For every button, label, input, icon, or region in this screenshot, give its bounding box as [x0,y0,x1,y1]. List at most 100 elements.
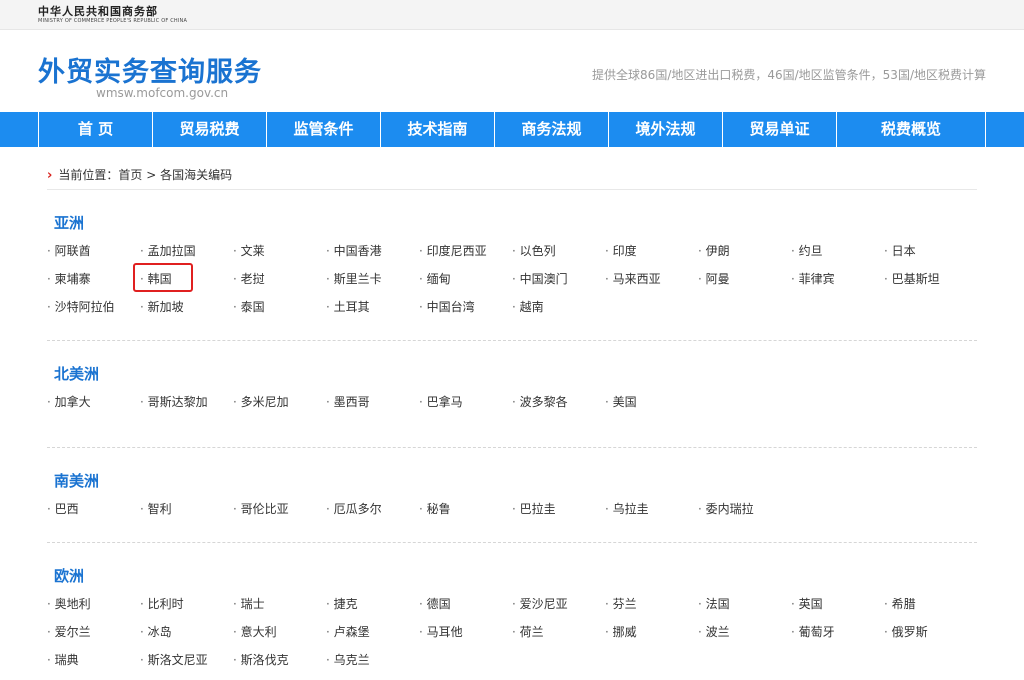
region-title: 亚洲 [54,214,85,232]
country-link[interactable]: 柬埔寨 [47,270,140,298]
country-link[interactable]: 哥斯达黎加 [140,393,233,421]
ministry-name-cn[interactable]: 中华人民共和国商务部 [38,3,158,19]
country-link[interactable]: 文莱 [233,242,326,270]
breadcrumb-current: 各国海关编码 [160,168,233,182]
ministry-bar: 中华人民共和国商务部 MINISTRY OF COMMERCE PEOPLE'S… [0,0,1024,30]
breadcrumb-separator: > [142,168,161,182]
region-title: 南美洲 [54,472,100,490]
country-link[interactable]: 菲律宾 [791,270,884,298]
region-section: 南美洲巴西智利哥伦比亚厄瓜多尔秘鲁巴拉圭乌拉圭委内瑞拉 [47,448,977,543]
region-title: 欧洲 [54,567,85,585]
country-link[interactable]: 泰国 [233,298,326,326]
nav-regulatory[interactable]: 监管条件 [267,112,381,147]
country-link[interactable]: 乌克兰 [326,651,419,679]
site-header: 外贸实务查询服务 wmsw.mofcom.gov.cn 提供全球86国/地区进出… [38,30,986,112]
country-link[interactable]: 哥伦比亚 [233,500,326,528]
country-link[interactable]: 新加坡 [140,298,233,326]
country-link[interactable]: 厄瓜多尔 [326,500,419,528]
site-title[interactable]: 外贸实务查询服务 [38,50,262,89]
country-link[interactable]: 瑞士 [233,595,326,623]
country-link[interactable]: 约旦 [791,242,884,270]
country-link[interactable]: 老挝 [233,270,326,298]
country-link[interactable]: 缅甸 [419,270,512,298]
country-link[interactable]: 挪威 [605,623,698,651]
country-link[interactable]: 巴西 [47,500,140,528]
header-note: 提供全球86国/地区进出口税费，46国/地区监管条件，53国/地区税费计算 [592,68,986,82]
ministry-name-en: MINISTRY OF COMMERCE PEOPLE'S REPUBLIC O… [38,18,188,24]
country-grid: 奥地利比利时瑞士捷克德国爱沙尼亚芬兰法国英国希腊爱尔兰冰岛意大利卢森堡马耳他荷兰… [47,595,977,679]
country-link[interactable]: 中国澳门 [512,270,605,298]
region-section: 亚洲阿联酋孟加拉国文莱中国香港印度尼西亚以色列印度伊朗约旦日本柬埔寨韩国老挝斯里… [47,190,977,341]
country-link[interactable]: 印度尼西亚 [419,242,512,270]
country-link[interactable]: 斯洛伐克 [233,651,326,679]
country-link[interactable]: 加拿大 [47,393,140,421]
country-link[interactable]: 斯洛文尼亚 [140,651,233,679]
country-grid: 阿联酋孟加拉国文莱中国香港印度尼西亚以色列印度伊朗约旦日本柬埔寨韩国老挝斯里兰卡… [47,242,977,326]
country-link[interactable]: 越南 [512,298,605,326]
country-link[interactable]: 荷兰 [512,623,605,651]
country-link[interactable]: 马来西亚 [605,270,698,298]
country-grid: 巴西智利哥伦比亚厄瓜多尔秘鲁巴拉圭乌拉圭委内瑞拉 [47,500,977,528]
country-link[interactable]: 土耳其 [326,298,419,326]
country-link[interactable]: 斯里兰卡 [326,270,419,298]
country-link[interactable]: 比利时 [140,595,233,623]
country-link[interactable]: 爱沙尼亚 [512,595,605,623]
country-link[interactable]: 沙特阿拉伯 [47,298,140,326]
country-link[interactable]: 委内瑞拉 [698,500,791,528]
country-link[interactable]: 爱尔兰 [47,623,140,651]
nav-trade-tax[interactable]: 贸易税费 [153,112,267,147]
country-link[interactable]: 巴基斯坦 [884,270,977,298]
country-link[interactable]: 冰岛 [140,623,233,651]
country-link[interactable]: 捷克 [326,595,419,623]
country-link[interactable]: 墨西哥 [326,393,419,421]
country-link[interactable]: 秘鲁 [419,500,512,528]
selection-highlight-box [133,263,193,292]
region-section: 欧洲奥地利比利时瑞士捷克德国爱沙尼亚芬兰法国英国希腊爱尔兰冰岛意大利卢森堡马耳他… [47,543,977,680]
region-section: 北美洲加拿大哥斯达黎加多米尼加墨西哥巴拿马波多黎各美国 [47,341,977,448]
country-link[interactable]: 马耳他 [419,623,512,651]
country-link[interactable]: 以色列 [512,242,605,270]
country-link[interactable]: 伊朗 [698,242,791,270]
country-link[interactable]: 乌拉圭 [605,500,698,528]
country-link[interactable]: 巴拉圭 [512,500,605,528]
country-link[interactable]: 中国香港 [326,242,419,270]
nav-commerce-law[interactable]: 商务法规 [495,112,609,147]
region-title: 北美洲 [54,365,100,383]
country-link[interactable]: 瑞典 [47,651,140,679]
region-list: 亚洲阿联酋孟加拉国文莱中国香港印度尼西亚以色列印度伊朗约旦日本柬埔寨韩国老挝斯里… [47,190,977,680]
breadcrumb-prefix: 当前位置： [58,168,119,182]
chevron-right-icon: › [47,168,53,183]
country-link[interactable]: 意大利 [233,623,326,651]
country-link[interactable]: 卢森堡 [326,623,419,651]
country-link[interactable]: 俄罗斯 [884,623,977,651]
country-link[interactable]: 阿联酋 [47,242,140,270]
nav-tech-guide[interactable]: 技术指南 [381,112,495,147]
country-link[interactable]: 智利 [140,500,233,528]
country-grid: 加拿大哥斯达黎加多米尼加墨西哥巴拿马波多黎各美国 [47,393,977,421]
country-link[interactable]: 多米尼加 [233,393,326,421]
country-link[interactable]: 英国 [791,595,884,623]
country-link[interactable]: 印度 [605,242,698,270]
country-link[interactable]: 葡萄牙 [791,623,884,651]
country-link[interactable]: 波多黎各 [512,393,605,421]
breadcrumb-home[interactable]: 首页 [118,168,142,182]
country-link[interactable]: 日本 [884,242,977,270]
country-link[interactable]: 阿曼 [698,270,791,298]
breadcrumb: › 当前位置：首页 > 各国海关编码 [47,147,977,190]
country-link[interactable]: 美国 [605,393,698,421]
country-link[interactable]: 德国 [419,595,512,623]
nav-home[interactable]: 首 页 [39,112,153,147]
country-link-highlighted[interactable]: 韩国 [133,263,233,298]
country-link[interactable]: 芬兰 [605,595,698,623]
main-nav: 首 页 贸易税费 监管条件 技术指南 商务法规 境外法规 贸易单证 税费概览 [0,112,1024,147]
country-link[interactable]: 中国台湾 [419,298,512,326]
country-link[interactable]: 希腊 [884,595,977,623]
country-link[interactable]: 奥地利 [47,595,140,623]
site-url: wmsw.mofcom.gov.cn [96,86,229,100]
country-link[interactable]: 巴拿马 [419,393,512,421]
country-link[interactable]: 法国 [698,595,791,623]
nav-foreign-law[interactable]: 境外法规 [609,112,723,147]
nav-tax-overview[interactable]: 税费概览 [837,112,986,147]
country-link[interactable]: 波兰 [698,623,791,651]
nav-trade-docs[interactable]: 贸易单证 [723,112,837,147]
